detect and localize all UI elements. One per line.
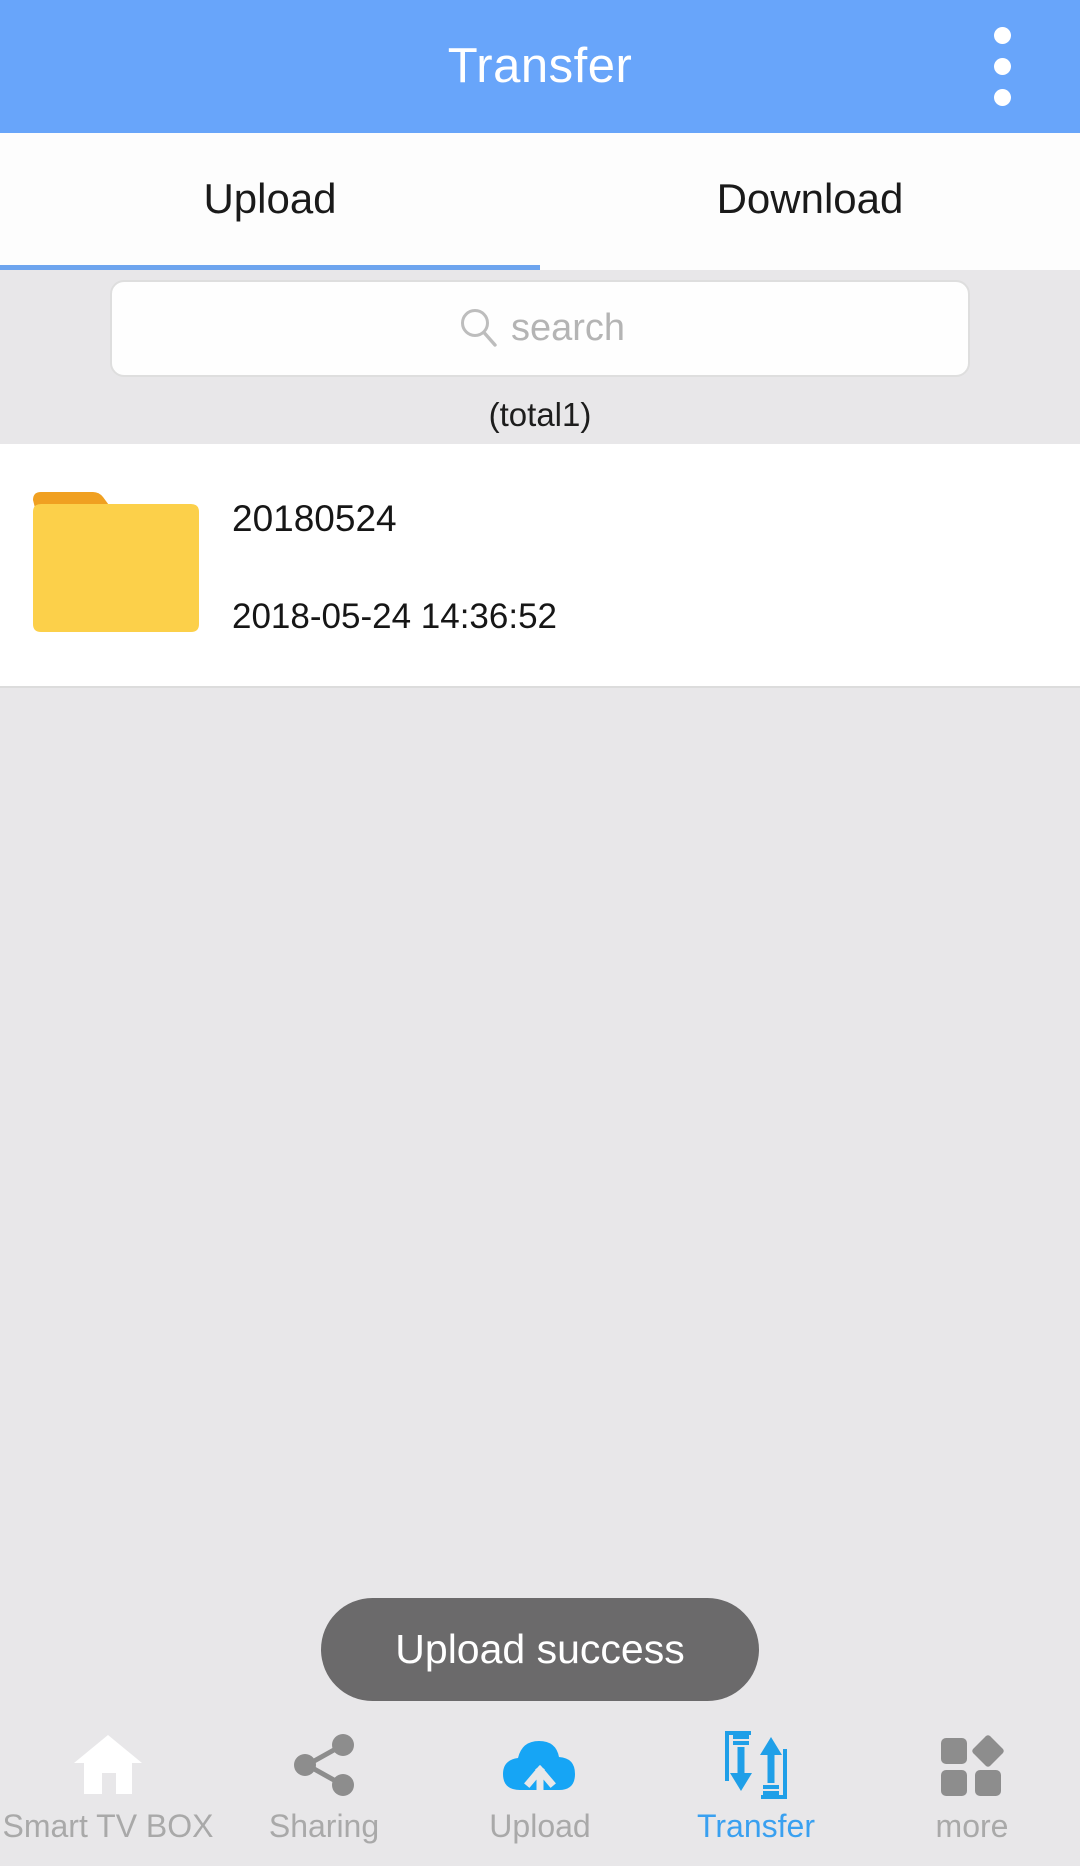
tab-download-label: Download (716, 174, 904, 222)
folder-icon (29, 490, 203, 640)
transfer-arrows-icon (721, 1730, 791, 1800)
list-item[interactable]: 20180524 2018-05-24 14:36:52 (0, 444, 1080, 688)
tab-download[interactable]: Download (540, 133, 1080, 270)
list-item-meta: 20180524 2018-05-24 14:36:52 (232, 496, 557, 634)
grid-more-icon (939, 1730, 1005, 1800)
toast-message: Upload success (395, 1626, 685, 1672)
nav-label-transfer: Transfer (697, 1808, 815, 1844)
toast-notification: Upload success (321, 1598, 759, 1701)
total-count-label: (total1) (488, 396, 592, 433)
search-inner: search (455, 304, 625, 352)
search-input[interactable]: search (110, 279, 970, 377)
share-icon (291, 1730, 357, 1800)
tab-upload-label: Upload (203, 174, 337, 222)
overflow-dot (993, 27, 1011, 44)
nav-item-more[interactable]: more (864, 1712, 1080, 1866)
file-list: 20180524 2018-05-24 14:36:52 (0, 444, 1080, 688)
search-icon (455, 304, 503, 352)
overflow-dot (993, 58, 1011, 75)
content-empty-area (0, 690, 1080, 1712)
page-title: Transfer (447, 39, 633, 93)
app-bar: Transfer (0, 0, 1080, 133)
nav-label-more: more (935, 1808, 1009, 1844)
search-section: search (0, 270, 1080, 386)
nav-item-transfer[interactable]: Transfer (648, 1712, 864, 1866)
tab-bar: Upload Download (0, 133, 1080, 270)
nav-item-sharing[interactable]: Sharing (216, 1712, 432, 1866)
overflow-dot (993, 89, 1011, 106)
list-item-name: 20180524 (232, 498, 397, 539)
list-item-icon-cell (0, 490, 232, 640)
nav-label-sharing: Sharing (268, 1808, 380, 1844)
list-item-date: 2018-05-24 14:36:52 (232, 597, 557, 636)
nav-label-smart-tv-box: Smart TV BOX (2, 1808, 214, 1844)
cloud-upload-icon (499, 1730, 581, 1800)
nav-label-upload: Upload (489, 1808, 591, 1844)
home-icon (72, 1730, 144, 1800)
search-placeholder: search (510, 306, 626, 349)
total-count-row: (total1) (0, 386, 1080, 444)
nav-item-upload[interactable]: Upload (432, 1712, 648, 1866)
more-vertical-icon[interactable] (972, 19, 1032, 115)
bottom-navigation: Smart TV BOX Sharing Upload Transfer mor… (0, 1712, 1080, 1866)
tab-upload[interactable]: Upload (0, 133, 540, 270)
nav-item-smart-tv-box[interactable]: Smart TV BOX (0, 1712, 216, 1866)
